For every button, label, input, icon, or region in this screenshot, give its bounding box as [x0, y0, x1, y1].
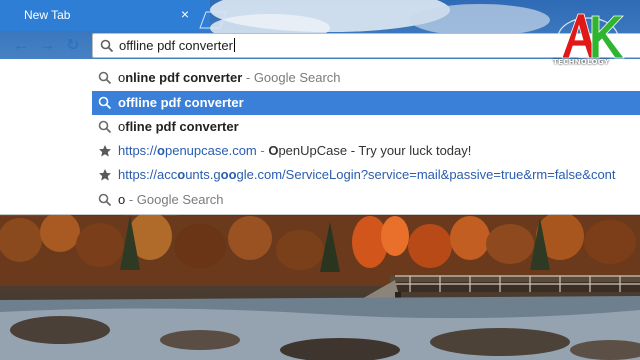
logo-subtitle: TECHNOLOGY — [553, 58, 610, 66]
suggestion-item[interactable]: o - Google Search — [92, 188, 640, 212]
suggestion-source: - Google Search — [242, 70, 341, 85]
suggestion-url: https://accounts.google.com/ServiceLogin… — [118, 167, 616, 182]
search-icon — [98, 96, 112, 110]
suggestion-item[interactable]: ofline pdf converter — [92, 115, 640, 139]
suggestion-title: penUpCase - Try your luck today! — [278, 143, 472, 158]
suggestion-item-selected[interactable]: offline pdf converter — [92, 91, 640, 115]
suggestion-url-part: https:// — [118, 143, 158, 158]
suggestion-url-match: o — [220, 167, 229, 182]
suggestion-url-part: https://acc — [118, 167, 178, 182]
suggestion-url-match: o — [177, 167, 186, 182]
suggestion-url-match: o — [228, 167, 237, 182]
suggestion-url-part: unts.g — [185, 167, 221, 182]
omnibox-suggestions: online pdf converter - Google Search off… — [0, 59, 640, 215]
search-icon — [98, 71, 112, 85]
search-icon — [100, 39, 114, 53]
suggestion-title-match: O — [268, 143, 279, 158]
suggestion-text: offline pdf converter — [118, 95, 244, 110]
new-tab-button[interactable] — [198, 11, 228, 29]
forward-arrow-icon[interactable]: → — [38, 37, 56, 55]
address-bar-value: offline pdf converter — [119, 38, 233, 53]
search-icon — [98, 193, 112, 207]
suggestion-item-bookmark[interactable]: https://accounts.google.com/ServiceLogin… — [92, 163, 640, 187]
suggestion-completion: nline pdf converter — [125, 70, 243, 85]
suggestion-text: ofline pdf converter — [118, 119, 239, 134]
suggestion-url: https://openupcase.com — [118, 143, 257, 158]
suggestion-text: o - Google Search — [118, 192, 224, 207]
search-icon — [98, 120, 112, 134]
suggestion-url-part: gle.com/ServiceLogin?service=mail&passiv… — [236, 167, 616, 182]
suggestion-completion: fline pdf converter — [125, 119, 239, 134]
suggestion-url-part: penupcase.com — [164, 143, 257, 158]
suggestion-url-match: o — [157, 143, 165, 158]
back-arrow-icon[interactable]: ← — [12, 37, 30, 55]
tab-new-tab[interactable]: New Tab × — [0, 0, 210, 31]
suggestion-source: - Google Search — [125, 192, 224, 207]
close-icon[interactable]: × — [178, 7, 192, 21]
suggestion-text: https://openupcase.com - OpenUpCase - Tr… — [118, 143, 471, 158]
suggestion-item-bookmark[interactable]: https://openupcase.com - OpenUpCase - Tr… — [92, 139, 640, 163]
tab-title: New Tab — [24, 8, 71, 22]
suggestion-separator: - — [256, 143, 269, 158]
text-caret — [233, 38, 235, 52]
reload-icon[interactable]: ↻ — [64, 37, 82, 55]
suggestion-text: online pdf converter - Google Search — [118, 70, 341, 85]
star-icon — [99, 169, 111, 181]
address-bar-input[interactable]: offline pdf converter — [119, 38, 235, 53]
logo-letters: AK — [588, 66, 590, 69]
star-icon — [99, 145, 111, 157]
